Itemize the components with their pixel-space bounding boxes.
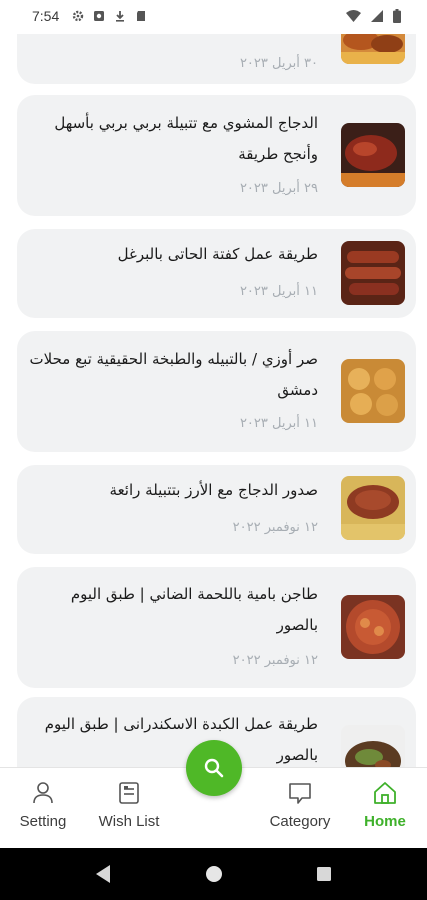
recipe-date: ١٢ نوفمبر ٢٠٢٢	[232, 653, 318, 668]
recipe-card[interactable]: طاجن بامية باللحمة الضاني | طبق اليوم با…	[17, 567, 416, 688]
download-icon	[114, 10, 126, 22]
battery-icon	[393, 9, 401, 27]
nav-wish-list-label: Wish List	[98, 813, 160, 830]
recents-icon[interactable]	[316, 866, 332, 886]
nav-category[interactable]: Category	[262, 768, 338, 849]
nav-wish-list[interactable]: Wish List	[88, 768, 170, 849]
recipe-title[interactable]: صر أوزي / بالتبيله والطبخة الحقيقية تبع …	[28, 344, 318, 406]
nav-setting-label: Setting	[19, 813, 67, 830]
recipe-date: ١٢ نوفمبر ٢٠٢٢	[232, 520, 318, 535]
back-icon[interactable]	[94, 864, 112, 888]
recipe-thumbnail	[341, 725, 405, 767]
recipe-thumbnail	[341, 123, 405, 187]
home-circle-icon[interactable]	[205, 865, 223, 887]
recipe-thumbnail	[341, 595, 405, 659]
user-icon	[30, 780, 56, 806]
recipe-thumbnail	[341, 34, 405, 64]
recipe-card[interactable]: ٣٠ أبريل ٢٠٢٣	[17, 34, 416, 84]
recipe-thumbnail	[341, 359, 405, 423]
recipe-title[interactable]: الدجاج المشوي مع تتبيلة بربي بربي بأسهل …	[28, 108, 318, 170]
recipe-title[interactable]: طاجن بامية باللحمة الضاني | طبق اليوم با…	[28, 579, 318, 641]
recipe-title[interactable]: صدور الدجاج مع الأرز بتتبيلة رائعة	[28, 475, 318, 506]
home-icon	[372, 780, 398, 806]
recipe-title[interactable]: طريقة عمل الكبدة الاسكندرانى | طبق اليوم…	[28, 709, 318, 767]
recipe-thumbnail	[341, 241, 405, 305]
wishlist-icon	[116, 780, 142, 806]
recipe-date: ١١ أبريل ٢٠٢٣	[239, 284, 318, 299]
recipe-date: ٣٠ أبريل ٢٠٢٣	[239, 56, 318, 71]
signal-icon	[371, 10, 383, 26]
system-navigation-bar	[0, 848, 427, 900]
recipe-card[interactable]: صدور الدجاج مع الأرز بتتبيلة رائعة ١٢ نو…	[17, 465, 416, 554]
nav-home[interactable]: Home	[352, 768, 418, 849]
search-icon	[204, 758, 224, 778]
recipe-date: ٢٩ أبريل ٢٠٢٣	[239, 181, 318, 196]
nav-home-label: Home	[364, 813, 406, 830]
recipe-card[interactable]: الدجاج المشوي مع تتبيلة بربي بربي بأسهل …	[17, 95, 416, 216]
recipe-thumbnail	[341, 476, 405, 540]
chat-bubble-icon	[287, 780, 313, 806]
wifi-icon	[346, 10, 361, 26]
recipe-feed[interactable]: ٣٠ أبريل ٢٠٢٣ الدجاج المشوي مع تتبيلة بر…	[0, 34, 427, 767]
nav-category-label: Category	[269, 813, 331, 830]
nav-setting[interactable]: Setting	[7, 768, 79, 849]
recipe-title[interactable]: طريقة عمل كفتة الحاتى بالبرغل	[28, 239, 318, 270]
status-bar: 7:54	[0, 0, 427, 34]
search-fab-button[interactable]	[186, 740, 242, 796]
status-time: 7:54	[32, 8, 60, 24]
recipe-card[interactable]: طريقة عمل كفتة الحاتى بالبرغل ١١ أبريل ٢…	[17, 229, 416, 318]
recipe-card[interactable]: صر أوزي / بالتبيله والطبخة الحقيقية تبع …	[17, 331, 416, 452]
media-icon	[93, 10, 105, 22]
settings-icon	[72, 10, 84, 22]
recipe-date: ١١ أبريل ٢٠٢٣	[239, 416, 318, 431]
sd-card-icon	[135, 10, 147, 22]
